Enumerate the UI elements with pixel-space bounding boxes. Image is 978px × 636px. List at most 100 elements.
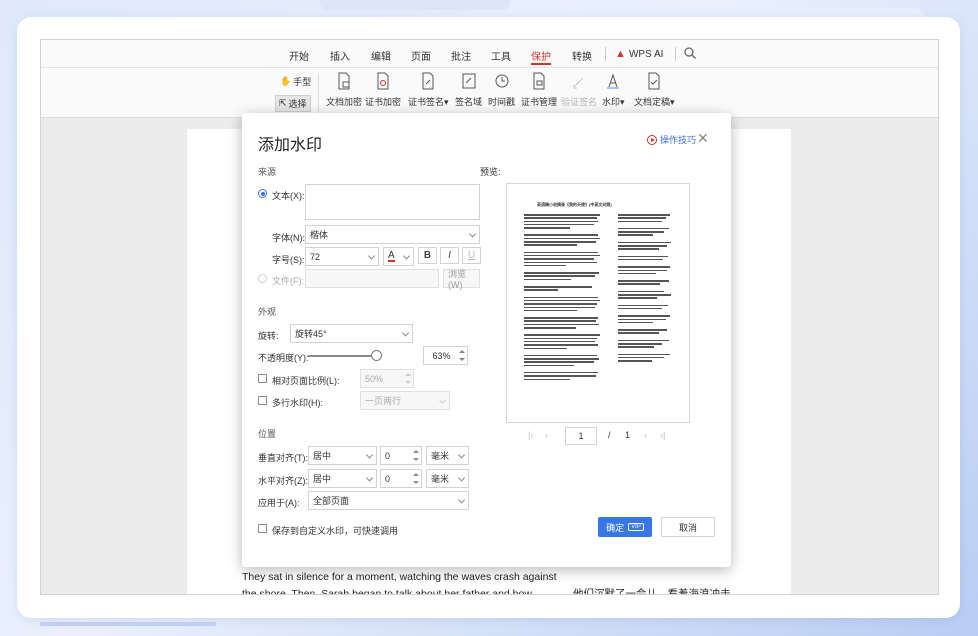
signature-field-button[interactable]: 签名域 [455,72,482,108]
menu-insert[interactable]: 插入 [330,48,350,63]
vertical-align-label: 垂直对齐(T): [258,453,308,463]
preview-line [524,323,600,326]
next-page-icon[interactable]: › [644,430,647,440]
hand-tool-button[interactable]: ✋ 手型 [277,74,314,89]
timestamp-button[interactable]: 时间戳 [488,72,515,108]
cert-sign-button[interactable]: 证书签名▾ [408,72,449,108]
vertical-offset-input[interactable]: 0 [380,446,422,465]
file-source-radio[interactable] [258,274,267,283]
watermark-text-input[interactable] [305,184,480,220]
wps-ai-logo-icon: ▲ [615,48,626,60]
preview-line [618,241,672,244]
italic-button[interactable]: I [440,247,459,264]
certificate-sign-icon [422,72,434,90]
preview-line [524,371,599,374]
preview-line [524,320,597,322]
stepper-icon[interactable] [412,448,420,463]
menu-convert[interactable]: 转换 [572,48,592,63]
hand-tool-label: 手型 [293,77,312,87]
preview-line [618,266,671,268]
stepper-icon[interactable] [412,471,420,486]
preview-line [618,290,665,293]
relative-scale-checkbox[interactable] [258,374,267,383]
browse-button[interactable]: 浏览(W) [443,269,480,290]
preview-line [618,304,668,307]
cancel-button[interactable]: 取消 [661,517,715,537]
select-tool-label: 选择 [288,99,307,109]
hand-icon: ✋ [280,76,292,86]
background-decoration [40,622,216,626]
text-source-radio[interactable] [258,189,267,198]
chevron-down-icon [367,251,376,260]
font-select[interactable]: 楷体 [305,225,480,244]
preview-line [524,344,599,346]
dialog-title: 添加水印 [258,137,323,154]
search-icon[interactable] [683,46,697,60]
menu-edit[interactable]: 编辑 [371,48,391,63]
select-tool-button[interactable]: ⇱ 选择 [275,95,311,112]
cert-manage-button[interactable]: 证书管理 [521,72,557,108]
menu-tools[interactable]: 工具 [491,48,511,63]
vertical-unit-select[interactable]: 毫米 [426,446,469,465]
preview-line [618,252,676,254]
horizontal-align-label: 水平对齐(Z): [258,476,308,486]
preview-line [524,244,578,246]
finalize-button[interactable]: 文档定稿▾ [634,72,675,108]
preview-line [524,296,599,299]
preview-line [618,231,665,233]
preview-line [618,245,668,247]
menu-protect[interactable]: 保护 [531,48,551,65]
relative-scale-input[interactable]: 50% [360,369,414,388]
preview-line [618,297,658,299]
verify-signature-button[interactable]: 验证签名 [561,72,597,108]
preview-line [524,214,600,216]
preview-line [618,360,652,362]
menu-comment[interactable]: 批注 [451,48,471,63]
font-color-button[interactable]: A [383,247,414,266]
horizontal-align-select[interactable]: 居中 [308,469,377,488]
underline-button[interactable]: U [462,247,481,264]
stepper-icon[interactable] [458,348,466,363]
bold-button[interactable]: B [418,247,437,264]
help-tips-link[interactable]: 操作技巧 [647,133,696,146]
rotation-value: 旋转45° [295,329,327,339]
multi-line-select[interactable]: 一页两行 [360,391,450,410]
cert-encrypt-button[interactable]: 证书加密 [365,72,401,108]
prev-page-icon[interactable]: ‹ [545,430,548,440]
apply-to-select[interactable]: 全部页面 [308,491,469,510]
vertical-align-select[interactable]: 居中 [308,446,377,465]
page-total: 1 [625,430,631,440]
horizontal-unit-select[interactable]: 毫米 [426,469,469,488]
watermark-button[interactable]: 水印▾ [602,72,625,108]
opacity-input[interactable]: 63% [423,346,468,365]
stepper-icon[interactable] [404,371,412,386]
opacity-slider-track[interactable] [308,355,376,357]
wps-ai-menu[interactable]: ▲ WPS AI [615,48,663,60]
rotation-select[interactable]: 旋转45° [290,324,413,343]
preview-line [618,258,664,261]
position-section-label: 位置 [258,429,277,439]
menu-home[interactable]: 开始 [289,48,309,63]
file-path-input[interactable] [305,269,439,288]
horizontal-offset-input[interactable]: 0 [380,469,422,488]
close-icon[interactable]: ✕ [697,130,709,147]
doc-encrypt-button[interactable]: 文档加密 [326,72,362,108]
preview-line [618,332,659,334]
chevron-down-icon [457,473,466,482]
preview-line [524,286,593,288]
save-custom-checkbox[interactable] [258,524,267,533]
menu-page[interactable]: 页面 [411,48,431,63]
preview-line [524,351,600,353]
preview-line [524,234,599,236]
signature-field-icon [462,73,475,89]
opacity-slider-thumb[interactable] [370,350,382,361]
last-page-icon[interactable]: ›| [660,430,665,440]
multi-line-checkbox[interactable] [258,396,267,405]
first-page-icon[interactable]: |‹ [528,430,533,440]
font-size-value: 72 [310,251,321,262]
source-section-label: 来源 [258,167,277,177]
ok-button[interactable]: 确定 VIP [598,517,652,537]
preview-line [524,299,600,302]
page-number-input[interactable]: 1 [565,427,597,445]
font-size-select[interactable]: 72 [305,247,379,266]
